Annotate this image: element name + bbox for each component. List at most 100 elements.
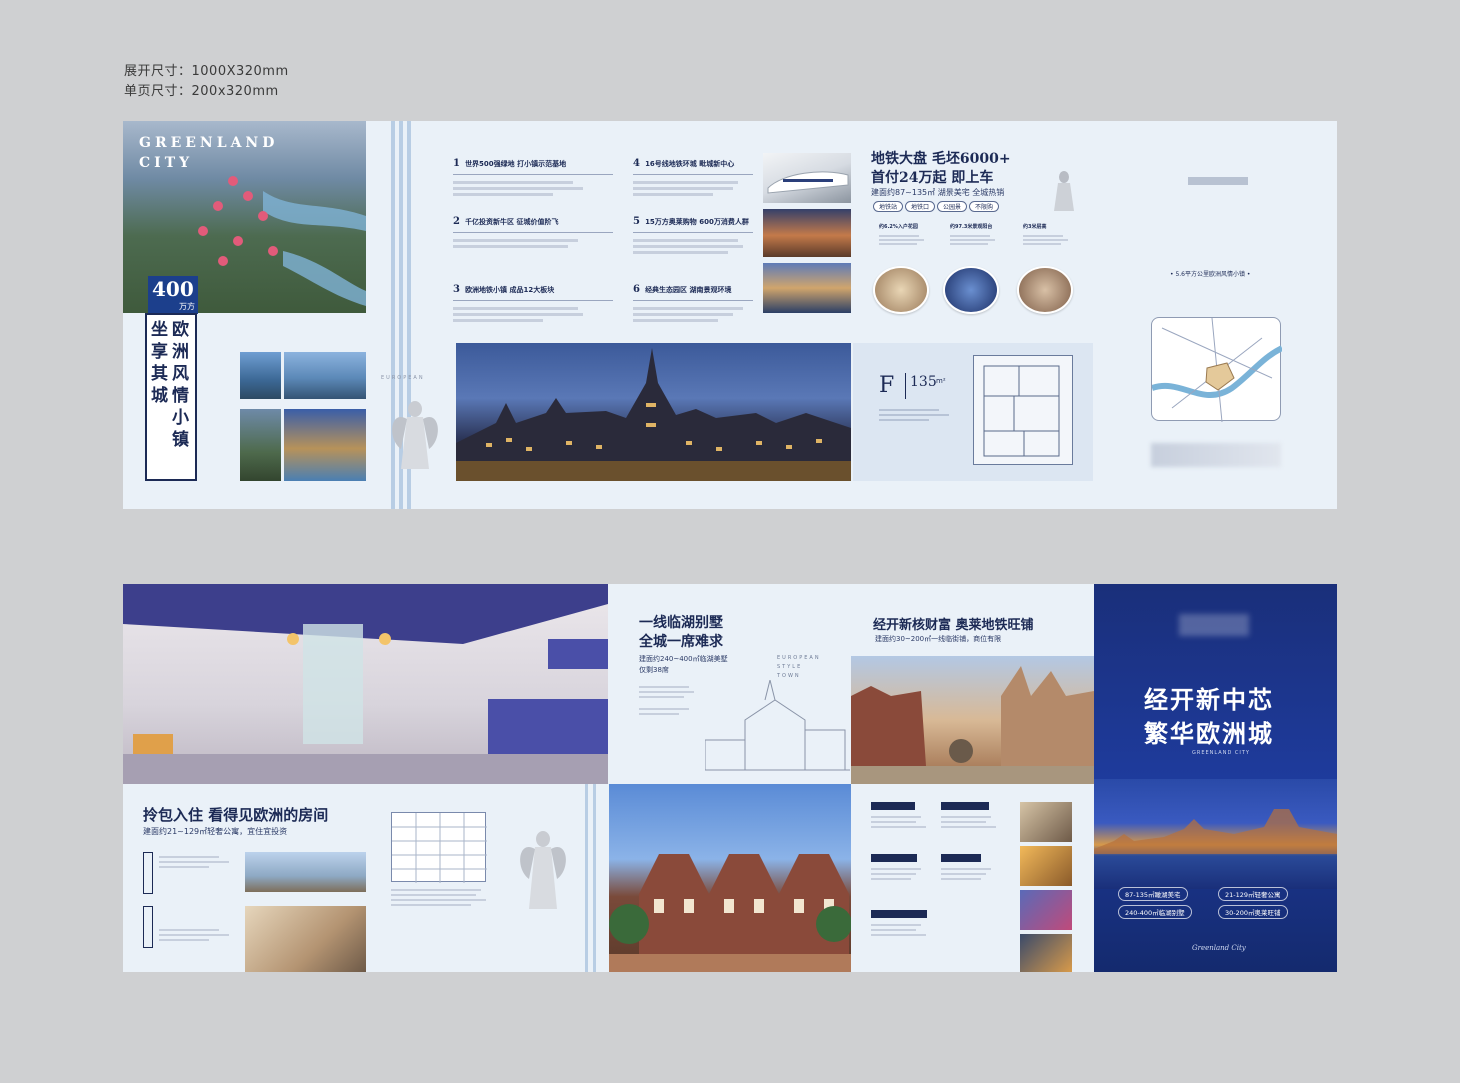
night-street-photo <box>763 209 851 257</box>
single-page-size-label: 单页尺寸：200x320mm <box>124 84 279 99</box>
feature-item-3: 3 欧洲地铁小镇 成品12大板块 <box>453 277 613 322</box>
floorplan-description <box>879 409 959 421</box>
european-tag: EUROPEAN <box>381 375 425 381</box>
lake-photo-1 <box>240 352 281 399</box>
shop-feature-5 <box>871 910 931 936</box>
lake-photo-2 <box>284 352 366 399</box>
headline-1: 地铁大盘 毛坯6000+ <box>871 151 1011 167</box>
cover-pill-1: 87-135㎡瞰湖美宅 <box>1118 887 1188 901</box>
shop-subtitle: 建面约30~200㎡一线临街铺，商位有限 <box>875 635 1002 643</box>
cover-pill-3: 240-400㎡临湖别墅 <box>1118 905 1192 919</box>
apartment-data-table <box>391 812 487 883</box>
feature-item-4: 4 16号线地铁环城 毗城新中心 <box>633 151 753 196</box>
apartment-label-box-2 <box>143 906 153 948</box>
amenity-3: 约3米层高 <box>1023 224 1085 245</box>
sketch-tag: EUROPEAN STYLE TOWN <box>777 655 821 679</box>
slogan-column-2: 欧洲风情小镇 <box>172 320 189 450</box>
feature-item-2: 2 千亿投资新牛区 征城价值阶飞 <box>453 209 613 248</box>
slogan-box: 欧洲风情小镇 坐享其城 <box>145 313 197 481</box>
headline-subline: 建面约87~135㎡ 湖景美宅 全城热销 <box>871 188 1005 197</box>
price-number: 400 <box>152 277 194 301</box>
front-cover: 经开新中芯 繁华欧洲城 GREENLAND CITY 87-135㎡瞰湖美宅 2… <box>1094 584 1337 972</box>
villa-desc <box>639 686 699 715</box>
cover-title-1: 经开新中芯 <box>1144 685 1274 714</box>
amenity-1: 约6.2%入户花园 <box>879 224 941 245</box>
contact-info-blurred <box>1151 443 1281 467</box>
feature-title: 欧洲地铁小镇 成品12大板块 <box>465 286 555 294</box>
shop-title: 经开新核财富 奥莱地铁旺铺 <box>873 618 1034 633</box>
cover-signature: Greenland City <box>1192 944 1246 952</box>
tag-1: 地铁站 <box>873 201 904 212</box>
feature-title: 世界500强绿地 打小镇示范基地 <box>465 160 567 168</box>
city-view-photo <box>245 852 366 892</box>
brand-logo <box>1188 177 1248 185</box>
villa-title-2: 全城一席难求 <box>639 634 723 650</box>
accent-line-5 <box>593 784 596 972</box>
shop-feature-1 <box>871 802 931 828</box>
outlet-square-photo <box>851 656 1094 784</box>
garden-photo <box>240 409 281 481</box>
outlet-graphic <box>851 666 1094 784</box>
brand-line-1: GREENLAND <box>139 135 279 151</box>
floorplan-letter: F <box>879 373 895 398</box>
church-silhouette <box>456 348 851 481</box>
apartment-subtitle: 建面约21~129㎡轻奢公寓，宜住宜投资 <box>143 827 288 836</box>
church-night-panorama <box>456 343 851 481</box>
price-badge: 400 万方 <box>148 276 198 314</box>
angel-statue-image-2 <box>513 819 573 914</box>
cover-pill-4: 30-200㎡奥莱旺铺 <box>1218 905 1288 919</box>
cover-title-2: 繁华欧洲城 <box>1144 719 1274 748</box>
map-graphic <box>1151 317 1284 423</box>
map-caption: • 5.6平方公里欧洲风情小镇 • <box>1170 271 1251 278</box>
floorplan-card: F 135 m² <box>853 343 1093 481</box>
shop-photo-3 <box>1020 890 1072 930</box>
apartment-label-box-1 <box>143 852 153 894</box>
amenity-title: 约6.2%入户花园 <box>879 224 918 230</box>
feature-number: 1 <box>453 158 460 169</box>
feature-item-1: 1 世界500强绿地 打小镇示范基地 <box>453 151 613 196</box>
feature-item-6: 6 经典生态园区 湖南景观环境 <box>633 277 753 322</box>
high-speed-train-photo <box>763 153 851 203</box>
villa-title-1: 一线临湖别墅 <box>639 615 723 631</box>
shop-photo-1 <box>1020 802 1072 842</box>
feature-number: 4 <box>633 158 640 169</box>
headline-2: 首付24万起 即上车 <box>871 170 994 186</box>
spread-size-label: 展开尺寸：1000X320mm <box>124 64 289 79</box>
shop-feature-4 <box>941 854 1001 880</box>
apartment-kitchen-photo <box>123 584 608 784</box>
brochure-outer-spread: GREENLAND CITY 400 万方 欧洲风情小镇 坐享其城 EUROPE… <box>123 121 1337 509</box>
brochure-inner-spread: 拎包入住 看得见欧洲的房间 建面约21~129㎡轻奢公寓，宜住宜投资 一线临湖别… <box>123 584 1337 972</box>
shop-photo-4 <box>1020 934 1072 972</box>
waterfront-photo <box>763 263 851 313</box>
apartment-title: 拎包入住 看得见欧洲的房间 <box>143 806 329 824</box>
amenity-2: 约97.3米景观阳台 <box>950 224 1012 245</box>
cover-logo-blurred <box>1179 614 1249 636</box>
interior-circle-photo-2 <box>943 266 999 314</box>
feature-number: 5 <box>633 216 640 227</box>
townhouse-photo <box>609 784 851 972</box>
cover-brand-small: GREENLAND CITY <box>1192 750 1250 756</box>
villa-remaining: 仅剩38席 <box>639 666 669 674</box>
feature-title: 15万方奥莱购物 600万消费人群 <box>645 218 749 226</box>
slogan-column-1: 坐享其城 <box>151 320 168 406</box>
tag-4: 不限购 <box>969 201 1000 212</box>
interior-circle-photo-1 <box>873 266 929 314</box>
tag-2: 地铁口 <box>905 201 936 212</box>
bedroom-photo <box>245 906 366 972</box>
shop-feature-3 <box>871 854 931 880</box>
feature-number: 3 <box>453 284 460 295</box>
kitchen-graphic <box>123 584 608 784</box>
feature-number: 2 <box>453 216 460 227</box>
price-unit: 万方 <box>179 302 195 311</box>
feature-title: 经典生态园区 湖南景观环境 <box>645 286 732 294</box>
shop-photo-2 <box>1020 846 1072 886</box>
townhouse-graphic <box>609 854 851 972</box>
accent-line-4 <box>585 784 588 972</box>
angel-statue-image <box>385 389 445 477</box>
amenity-title: 约3米层高 <box>1023 224 1047 230</box>
floorplan-divider <box>905 373 906 399</box>
villa-subtitle: 建面约240~400㎡临湖美墅 <box>639 655 728 663</box>
floorplan-area: 135 <box>910 374 937 390</box>
apartment-bullets <box>391 889 491 906</box>
statue-small-image <box>1048 169 1080 213</box>
